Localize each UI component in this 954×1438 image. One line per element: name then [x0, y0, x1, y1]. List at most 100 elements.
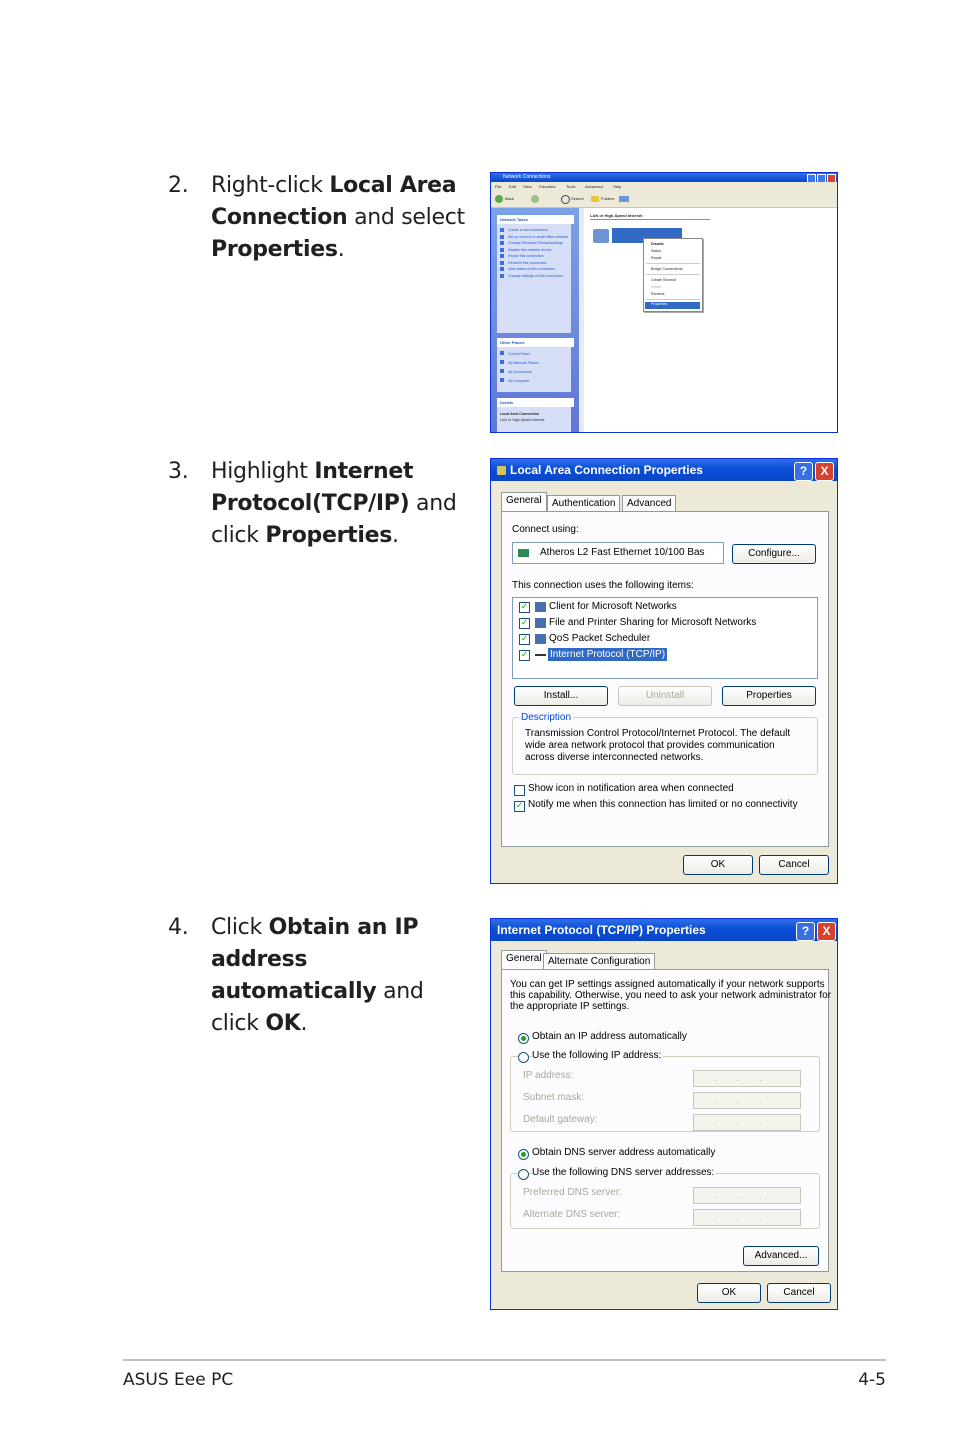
context-menu-properties[interactable]: Properties: [645, 302, 700, 309]
notify-checkbox[interactable]: ✓: [514, 801, 525, 812]
use-dns-radio[interactable]: [518, 1169, 529, 1180]
menu-file[interactable]: File: [495, 182, 501, 191]
other-place-item[interactable]: My Documents: [500, 368, 570, 377]
obtain-ip-radio[interactable]: [518, 1033, 529, 1044]
default-gateway-label: Default gateway:: [523, 1114, 598, 1125]
other-place-label: Control Panel: [508, 352, 530, 356]
menu-view[interactable]: View: [523, 182, 532, 191]
protocol-icon: [535, 654, 546, 656]
intro-line: You can get IP settings assigned automat…: [510, 979, 825, 990]
obtain-dns-radio[interactable]: [518, 1149, 529, 1160]
tab-alternate-configuration[interactable]: Alternate Configuration: [543, 953, 656, 970]
cancel-button[interactable]: Cancel: [767, 1283, 831, 1303]
search-label[interactable]: Search: [571, 191, 584, 207]
checkbox[interactable]: ✓: [519, 618, 530, 629]
context-menu-item[interactable]: Status: [651, 249, 661, 253]
forward-icon[interactable]: [531, 195, 539, 203]
default-gateway-input[interactable]: ...: [693, 1114, 801, 1131]
help-button[interactable]: ?: [794, 462, 813, 481]
step-number: 4.: [168, 915, 189, 940]
menu-advanced[interactable]: Advanced: [585, 182, 603, 191]
search-icon[interactable]: [561, 195, 570, 204]
other-place-icon: [500, 351, 504, 355]
menu-separator: [646, 274, 700, 275]
printer-icon: [535, 618, 546, 628]
other-places-title[interactable]: Other Places: [497, 338, 574, 347]
obtain-dns-label: Obtain DNS server address automatically: [532, 1147, 716, 1158]
adapter-icon: [518, 549, 529, 557]
use-ip-radio[interactable]: [518, 1052, 529, 1063]
configure-button[interactable]: Configure...: [732, 544, 816, 564]
context-menu-item[interactable]: Bridge Connections: [651, 267, 682, 271]
network-task-item[interactable]: Change settings of this connection: [500, 273, 570, 280]
advanced-button[interactable]: Advanced...: [743, 1246, 819, 1266]
context-menu-item[interactable]: Rename: [651, 292, 665, 296]
other-places-panel: Other Places Control Panel My Network Pla…: [497, 338, 574, 392]
menu-edit[interactable]: Edit: [509, 182, 516, 191]
back-icon[interactable]: [495, 195, 503, 203]
network-task-icon: [500, 228, 504, 232]
description-line: across diverse interconnected networks.: [525, 752, 704, 763]
properties-button[interactable]: Properties: [722, 686, 816, 706]
tab-general[interactable]: General: [501, 492, 547, 512]
menu-help[interactable]: Help: [613, 182, 621, 191]
other-place-item[interactable]: Control Panel: [500, 350, 570, 359]
back-label[interactable]: Back: [505, 191, 514, 207]
list-item-selected[interactable]: ✓ Internet Protocol (TCP/IP): [519, 648, 809, 663]
help-button[interactable]: ?: [796, 922, 815, 941]
ok-button[interactable]: OK: [697, 1283, 761, 1303]
preferred-dns-input[interactable]: ...: [693, 1187, 801, 1204]
uninstall-button[interactable]: Uninstall: [618, 686, 712, 706]
other-place-item[interactable]: My Computer: [500, 377, 570, 386]
tab-authentication[interactable]: Authentication: [547, 495, 621, 512]
list-item[interactable]: ✓ Client for Microsoft Networks: [519, 601, 809, 615]
connect-using-label: Connect using:: [512, 524, 579, 535]
other-place-icon: [500, 360, 504, 364]
ok-button[interactable]: OK: [683, 855, 753, 875]
dialog-title: Internet Protocol (TCP/IP) Properties: [497, 923, 706, 937]
alternate-dns-input[interactable]: ...: [693, 1209, 801, 1226]
other-place-item[interactable]: My Network Places: [500, 359, 570, 368]
context-menu-item[interactable]: Repair: [651, 256, 662, 260]
menu-favorites[interactable]: Favorites: [539, 182, 555, 191]
vertical-scrollbar[interactable]: [579, 208, 584, 432]
details-panel: Details Local Area Connection LAN or Hig…: [497, 398, 574, 432]
qos-icon: [535, 634, 546, 644]
checkbox[interactable]: ✓: [519, 634, 530, 645]
ip-address-input[interactable]: ...: [693, 1070, 801, 1087]
network-task-icon: [500, 273, 504, 278]
list-item[interactable]: ✓ QoS Packet Scheduler: [519, 633, 809, 647]
checkbox[interactable]: ✓: [519, 650, 530, 661]
menu-tools[interactable]: Tools: [566, 182, 575, 191]
folders-label[interactable]: Folders: [601, 191, 614, 207]
list-item[interactable]: ✓ File and Printer Sharing for Microsoft…: [519, 617, 809, 631]
network-task-icon: [500, 234, 504, 239]
components-list: ✓ Client for Microsoft Networks ✓ File a…: [512, 597, 818, 679]
toolbar: Back Search Folders: [491, 191, 837, 208]
subnet-mask-input[interactable]: ...: [693, 1092, 801, 1109]
network-task-label: Disable this network device: [508, 247, 552, 252]
context-menu-item[interactable]: Disable: [651, 242, 664, 246]
context-menu-item[interactable]: Create Shortcut: [651, 278, 676, 282]
close-button[interactable]: X: [817, 922, 836, 941]
menu-separator: [646, 263, 700, 264]
details-title[interactable]: Details: [497, 398, 574, 407]
show-icon-checkbox[interactable]: [514, 785, 525, 796]
close-button[interactable]: X: [815, 462, 834, 481]
tab-general[interactable]: General: [501, 950, 547, 970]
network-task-label: View status of this connection: [508, 267, 556, 271]
alternate-dns-label: Alternate DNS server:: [523, 1209, 621, 1220]
client-icon: [535, 602, 546, 612]
folders-icon[interactable]: [591, 196, 599, 202]
adapter-name: Atheros L2 Fast Ethernet 10/100 Bas: [540, 547, 705, 558]
tab-panel: Connect using: Atheros L2 Fast Ethernet …: [501, 511, 829, 847]
tab-advanced[interactable]: Advanced: [622, 495, 677, 512]
network-adapter-icon[interactable]: [593, 229, 609, 243]
views-icon[interactable]: [619, 196, 629, 202]
cancel-button[interactable]: Cancel: [759, 855, 829, 875]
checkbox[interactable]: ✓: [519, 602, 530, 613]
window-titlebar: Network Connections: [491, 173, 837, 183]
context-menu-item[interactable]: Delete: [651, 285, 661, 289]
network-tasks-title[interactable]: Network Tasks: [497, 215, 574, 224]
install-button[interactable]: Install...: [514, 686, 608, 706]
